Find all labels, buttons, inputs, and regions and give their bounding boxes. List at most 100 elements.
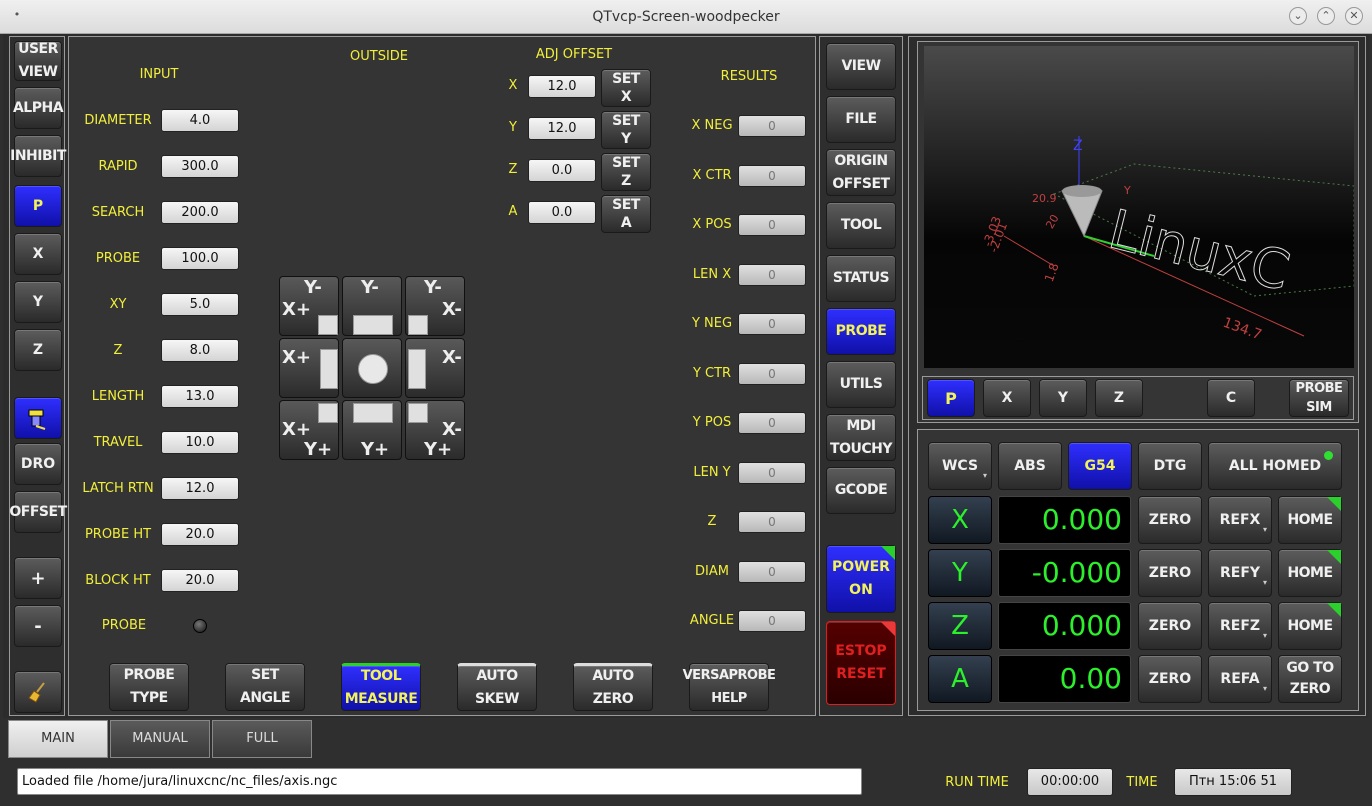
probe-top-edge-button[interactable]: Y- <box>342 276 402 336</box>
preview-z-button[interactable]: Z <box>1095 379 1143 417</box>
probe-ht-input[interactable]: 20.0 <box>161 523 239 546</box>
zero-x-button[interactable]: ZERO <box>1138 496 1202 544</box>
length-input[interactable]: 13.0 <box>161 385 239 408</box>
probe-left-edge-button[interactable]: X+ <box>279 338 339 398</box>
probe-input[interactable]: 100.0 <box>161 247 239 270</box>
probe-bottom-edge-button[interactable]: Y+ <box>342 400 402 460</box>
nav-tool-button[interactable]: TOOL <box>826 202 896 249</box>
probe-corner-top-left-button[interactable]: Y- X+ <box>279 276 339 336</box>
all-homed-button[interactable]: ALL HOMED <box>1208 442 1342 490</box>
broom-icon[interactable] <box>14 671 62 713</box>
nav-file-button[interactable]: FILE <box>826 96 896 143</box>
ref-x-button[interactable]: REFX ▾ <box>1208 496 1272 544</box>
adj-z-input[interactable]: 0.0 <box>528 159 596 182</box>
inhibit-button[interactable]: INHIBIT <box>10 135 66 177</box>
maximize-button[interactable]: ⌃ <box>1317 7 1335 25</box>
ref-a-button[interactable]: REFA ▾ <box>1208 655 1272 703</box>
probe-corner-bottom-right-button[interactable]: X- Y+ <box>405 400 465 460</box>
nav-status-button[interactable]: STATUS <box>826 255 896 302</box>
ref-z-button[interactable]: REFZ ▾ <box>1208 602 1272 650</box>
wcs-button[interactable]: WCS ▾ <box>928 442 992 490</box>
travel-input[interactable]: 10.0 <box>161 431 239 454</box>
xy-input[interactable]: 5.0 <box>161 293 239 316</box>
auto-zero-button[interactable]: AUTO ZERO <box>573 663 653 711</box>
diameter-label: DIAMETER <box>84 113 152 128</box>
nav-origin-offset-button[interactable]: ORIGIN OFFSET <box>826 149 896 196</box>
gcode-3d-preview[interactable]: LinuxC Z Y 20.9 -3.03 -2.01 1.8 134.7 20 <box>924 46 1355 368</box>
rapid-input[interactable]: 300.0 <box>161 155 239 178</box>
block-ht-input[interactable]: 20.0 <box>161 569 239 592</box>
search-input[interactable]: 200.0 <box>161 201 239 224</box>
zero-y-button[interactable]: ZERO <box>1138 549 1202 597</box>
tab-full[interactable]: FULL <box>212 720 312 758</box>
plus-button[interactable]: + <box>14 557 62 599</box>
dro-axis-y-button[interactable]: Y <box>928 549 992 597</box>
set-z-button[interactable]: SET Z <box>601 153 651 191</box>
home-x-button[interactable]: HOME <box>1278 496 1342 544</box>
nav-probe-button[interactable]: PROBE <box>826 308 896 355</box>
minus-button[interactable]: - <box>14 605 62 647</box>
dro-panel: WCS ▾ ABS G54 DTG ALL HOMED X 0.000 ZERO REF… <box>917 429 1359 711</box>
probe-right-edge-button[interactable]: X- <box>405 338 465 398</box>
dtg-button[interactable]: DTG <box>1138 442 1202 490</box>
block-ht-label: BLOCK HT <box>85 573 151 588</box>
axis-x-button[interactable]: X <box>14 233 62 275</box>
adj-y-input[interactable]: 12.0 <box>528 117 596 140</box>
preview-p-button[interactable]: P <box>927 379 975 417</box>
dro-axis-a-button[interactable]: A <box>928 655 992 703</box>
adj-a-input[interactable]: 0.0 <box>528 201 596 224</box>
dro-button[interactable]: DRO <box>14 443 62 485</box>
set-x-button[interactable]: SET X <box>601 69 651 107</box>
dro-axis-z-button[interactable]: Z <box>928 602 992 650</box>
svg-text:20.9: 20.9 <box>1032 192 1057 205</box>
versaprobe-help-button[interactable]: VERSAPROBE HELP <box>683 663 776 711</box>
zero-a-button[interactable]: ZERO <box>1138 655 1202 703</box>
tool-measure-button[interactable]: TOOL MEASURE <box>341 663 421 711</box>
auto-skew-button[interactable]: AUTO SKEW <box>457 663 537 711</box>
nav-utils-button[interactable]: UTILS <box>826 361 896 408</box>
power-on-button[interactable]: POWER ON <box>826 545 896 613</box>
tool-pick-icon[interactable] <box>14 397 62 439</box>
result-x-ctr-value: 0 <box>738 164 806 187</box>
probe-corner-bottom-left-button[interactable]: X+ Y+ <box>279 400 339 460</box>
home-a-button[interactable]: GO TO ZERO <box>1278 655 1342 703</box>
user-view-button[interactable]: USER VIEW <box>14 41 62 81</box>
set-a-button[interactable]: SET A <box>601 195 651 233</box>
home-y-button[interactable]: HOME <box>1278 549 1342 597</box>
probe-type-button[interactable]: PROBE TYPE <box>109 663 189 711</box>
g54-button[interactable]: G54 <box>1068 442 1132 490</box>
result-y-ctr-value: 0 <box>738 362 806 385</box>
abs-button[interactable]: ABS <box>998 442 1062 490</box>
nav-gcode-button[interactable]: GCODE <box>826 467 896 514</box>
title-bar: • QTvcp-Screen-woodpecker ⌄ ⌃ ✕ <box>0 0 1372 34</box>
adj-x-input[interactable]: 12.0 <box>528 75 596 98</box>
zero-z-button[interactable]: ZERO <box>1138 602 1202 650</box>
ref-y-button[interactable]: REFY ▾ <box>1208 549 1272 597</box>
offset-button[interactable]: OFFSET <box>9 491 67 533</box>
minimize-button[interactable]: ⌄ <box>1289 7 1307 25</box>
close-button[interactable]: ✕ <box>1345 7 1363 25</box>
axis-z-button[interactable]: Z <box>14 329 62 371</box>
result-y-pos-value: 0 <box>738 412 806 434</box>
preview-x-button[interactable]: X <box>983 379 1031 417</box>
nav-view-button[interactable]: VIEW <box>826 43 896 90</box>
alpha-button[interactable]: ALPHA <box>13 87 64 129</box>
preview-y-button[interactable]: Y <box>1039 379 1087 417</box>
dro-axis-x-button[interactable]: X <box>928 496 992 544</box>
probe-corner-top-right-button[interactable]: Y- X- <box>405 276 465 336</box>
latch-rtn-input[interactable]: 12.0 <box>161 477 239 500</box>
probe-sim-button[interactable]: PROBE SIM <box>1289 379 1349 417</box>
home-z-button[interactable]: HOME <box>1278 602 1342 650</box>
preview-c-button[interactable]: C <box>1207 379 1255 417</box>
nav-mdi-touchy-button[interactable]: MDI TOUCHY <box>826 414 896 461</box>
probe-center-button[interactable] <box>342 338 402 398</box>
diameter-input[interactable]: 4.0 <box>161 109 239 132</box>
axis-p-button[interactable]: P <box>14 185 62 227</box>
axis-y-button[interactable]: Y <box>14 281 62 323</box>
estop-reset-button[interactable]: ESTOP RESET <box>826 621 896 705</box>
z-input[interactable]: 8.0 <box>161 339 239 362</box>
tab-main[interactable]: MAIN <box>8 720 108 758</box>
tab-manual[interactable]: MANUAL <box>110 720 210 758</box>
set-angle-button[interactable]: SET ANGLE <box>225 663 305 711</box>
set-y-button[interactable]: SET Y <box>601 111 651 149</box>
